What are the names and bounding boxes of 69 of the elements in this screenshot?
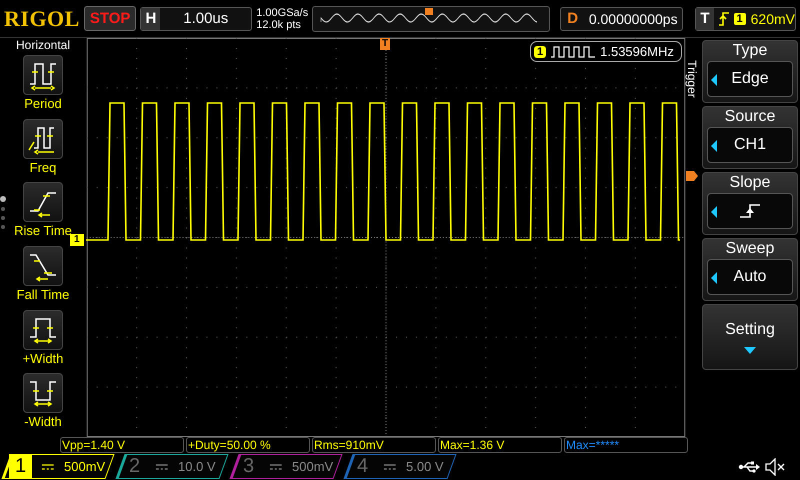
sample-rate: 1.00GSa/s xyxy=(256,6,308,18)
measurement-readout: Rms=910mV xyxy=(312,437,436,453)
frequency-value: 1.53596MHz xyxy=(600,44,674,59)
dc-coupling-icon xyxy=(384,464,396,470)
delay-label: D xyxy=(566,10,580,27)
trigger-position-marker[interactable]: T xyxy=(380,38,390,50)
measure-label: Fall Time xyxy=(16,286,70,304)
channel-badge: 1 xyxy=(734,12,746,24)
measurement-readout: +Duty=50.00 % xyxy=(186,437,310,453)
memory-depth: 12.0k pts xyxy=(256,18,302,30)
menu-label: Sweep xyxy=(726,239,774,259)
measure-button[interactable] xyxy=(22,246,63,286)
timebase-label: H xyxy=(141,8,160,30)
measure-button[interactable] xyxy=(22,310,63,350)
measure-button[interactable] xyxy=(23,118,63,159)
caret-icon xyxy=(744,346,756,354)
caret-icon xyxy=(711,272,717,284)
dc-coupling-icon xyxy=(270,464,282,470)
menu-label: Type xyxy=(732,41,768,61)
brand-logo: RIGOL xyxy=(4,6,80,32)
page-dot[interactable] xyxy=(0,196,6,202)
measurement-readout: Max=1.36 V xyxy=(438,437,562,453)
option-selector[interactable]: Edge xyxy=(707,61,793,97)
measure-label: +Width xyxy=(22,350,64,368)
timebase-display[interactable]: H 1.00us xyxy=(140,6,252,30)
trigger-level: 620mV xyxy=(750,10,795,26)
caret-icon xyxy=(711,74,717,86)
channel-tab[interactable]: 3 500mV xyxy=(229,454,343,479)
delay-display[interactable]: D 0.00000000ps xyxy=(560,6,684,30)
channel-tab[interactable]: 1 500mV xyxy=(1,454,115,479)
menu-label: Source xyxy=(724,107,776,127)
channel-tab[interactable]: 4 5.00 V xyxy=(343,454,457,479)
measure-label: Freq xyxy=(30,158,56,177)
dc-coupling-icon xyxy=(156,464,168,470)
page-dot[interactable] xyxy=(1,216,5,220)
option-selector[interactable]: Auto xyxy=(707,259,793,295)
dc-coupling-icon xyxy=(42,464,54,470)
channel-offset-marker[interactable]: 1 xyxy=(70,234,84,246)
trigger-display[interactable]: T 1 620mV xyxy=(695,6,796,30)
option-selector[interactable]: CH1 xyxy=(707,127,793,163)
usb-icon xyxy=(738,460,760,472)
timebase-value: 1.00us xyxy=(182,10,230,27)
menu-title: Trigger xyxy=(684,60,699,98)
channel-badge: 1 xyxy=(534,46,546,58)
measure-button[interactable] xyxy=(23,373,63,414)
rising-edge-icon xyxy=(739,203,761,219)
measure-button[interactable] xyxy=(23,55,63,95)
run-stop-button[interactable]: STOP xyxy=(84,6,136,31)
mute-icon xyxy=(764,458,786,476)
trigger-label: T xyxy=(696,8,714,30)
menu-title: Horizontal xyxy=(16,38,70,52)
page-dot[interactable] xyxy=(1,207,5,211)
measurement-readout: Vpp=1.40 V xyxy=(60,437,184,453)
setting-button[interactable]: Setting xyxy=(702,304,798,370)
rising-edge-icon xyxy=(718,12,729,26)
square-wave-icon xyxy=(551,46,596,58)
measure-label: Period xyxy=(24,95,62,113)
measure-button[interactable] xyxy=(22,182,63,222)
measurement-readout: Max=***** xyxy=(564,437,688,453)
measure-label: -Width xyxy=(24,413,62,432)
menu-label: Slope xyxy=(730,173,770,193)
caret-icon xyxy=(711,206,717,218)
trigger-level-marker[interactable] xyxy=(686,171,698,181)
caret-icon xyxy=(711,140,717,152)
measure-label: Rise Time xyxy=(14,222,72,240)
page-dot[interactable] xyxy=(1,225,5,229)
option-selector[interactable] xyxy=(707,193,793,229)
channel-tab[interactable]: 2 10.0 V xyxy=(115,454,229,479)
delay-value: 0.00000000ps xyxy=(588,10,679,26)
